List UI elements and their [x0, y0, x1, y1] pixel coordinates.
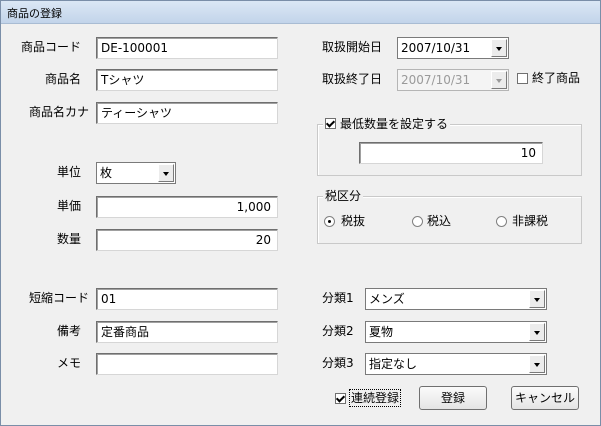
category3-label: 分類3 [322, 356, 354, 370]
product-name-input[interactable]: Tシャツ [96, 69, 278, 91]
category2-select[interactable]: 夏物 [365, 321, 547, 343]
end-date-picker: 2007/10/31 [397, 69, 509, 91]
quantity-label: 数量 [56, 232, 81, 246]
min-qty-input[interactable]: 10 [359, 142, 543, 164]
category1-select[interactable]: メンズ [365, 288, 547, 310]
remarks-label: 備考 [56, 324, 81, 338]
tax-option-excluded-label[interactable]: 税抜 [341, 214, 365, 228]
unit-label: 単位 [56, 165, 81, 179]
product-registration-window: 商品の登録 商品コード DE-100001 商品名 Tシャツ 商品名カナ ティー… [0, 0, 601, 426]
category1-value: メンズ [369, 292, 405, 306]
tax-caption: 税区分 [323, 189, 364, 203]
min-qty-caption: 最低数量を設定する [323, 117, 451, 131]
continuous-register-label[interactable]: 連続登録 [348, 389, 402, 407]
short-code-label: 短縮コード [28, 291, 89, 305]
tax-option-exempt-radio[interactable] [496, 216, 507, 227]
category2-label: 分類2 [322, 324, 354, 338]
tax-option-exempt-label[interactable]: 非課税 [512, 214, 548, 228]
unit-value: 枚 [100, 166, 113, 180]
end-date-dropdown-button [491, 71, 507, 89]
chevron-down-icon [496, 79, 502, 83]
category2-value: 夏物 [369, 325, 394, 339]
product-code-input[interactable]: DE-100001 [96, 37, 278, 59]
start-date-picker[interactable]: 2007/10/31 [397, 37, 509, 59]
product-kana-input[interactable]: ティーシャツ [96, 102, 278, 124]
short-code-input[interactable]: 01 [96, 288, 278, 310]
tax-option-included-radio[interactable] [412, 216, 423, 227]
product-kana-label: 商品名カナ [28, 105, 89, 119]
category3-dropdown-button[interactable] [529, 355, 545, 373]
unit-price-input[interactable]: 1,000 [96, 196, 278, 218]
category1-label: 分類1 [322, 291, 354, 305]
chevron-down-icon [534, 363, 540, 367]
chevron-down-icon [163, 172, 169, 176]
unit-price-label: 単価 [56, 199, 81, 213]
start-date-label: 取扱開始日 [322, 40, 383, 54]
end-date-label: 取扱終了日 [322, 72, 383, 86]
category3-select[interactable]: 指定なし [365, 353, 547, 375]
title-bar[interactable]: 商品の登録 [1, 1, 600, 24]
memo-input[interactable] [96, 353, 278, 375]
cancel-button[interactable]: キャンセル [511, 386, 579, 410]
min-qty-label[interactable]: 最低数量を設定する [340, 117, 448, 131]
tax-option-included-label[interactable]: 税込 [427, 214, 451, 228]
chevron-down-icon [534, 331, 540, 335]
category1-dropdown-button[interactable] [529, 290, 545, 308]
product-code-label: 商品コード [20, 40, 81, 54]
category3-value: 指定なし [369, 357, 418, 371]
end-product-label[interactable]: 終了商品 [532, 71, 580, 85]
register-button[interactable]: 登録 [419, 386, 487, 410]
chevron-down-icon [496, 47, 502, 51]
quantity-input[interactable]: 20 [96, 229, 278, 251]
continuous-register-checkbox[interactable] [335, 393, 346, 404]
chevron-down-icon [534, 298, 540, 302]
end-date-value: 2007/10/31 [401, 73, 471, 87]
tax-option-excluded-radio[interactable] [324, 216, 335, 227]
memo-label: メモ [56, 356, 81, 370]
start-date-value: 2007/10/31 [401, 41, 471, 55]
category2-dropdown-button[interactable] [529, 323, 545, 341]
unit-dropdown-button[interactable] [158, 164, 174, 182]
unit-select[interactable]: 枚 [96, 162, 176, 184]
product-name-label: 商品名 [44, 72, 81, 86]
start-date-dropdown-button[interactable] [491, 39, 507, 57]
end-product-checkbox[interactable] [517, 73, 528, 84]
remarks-input[interactable]: 定番商品 [96, 321, 278, 343]
window-title: 商品の登録 [7, 7, 62, 20]
min-qty-checkbox[interactable] [325, 118, 336, 129]
